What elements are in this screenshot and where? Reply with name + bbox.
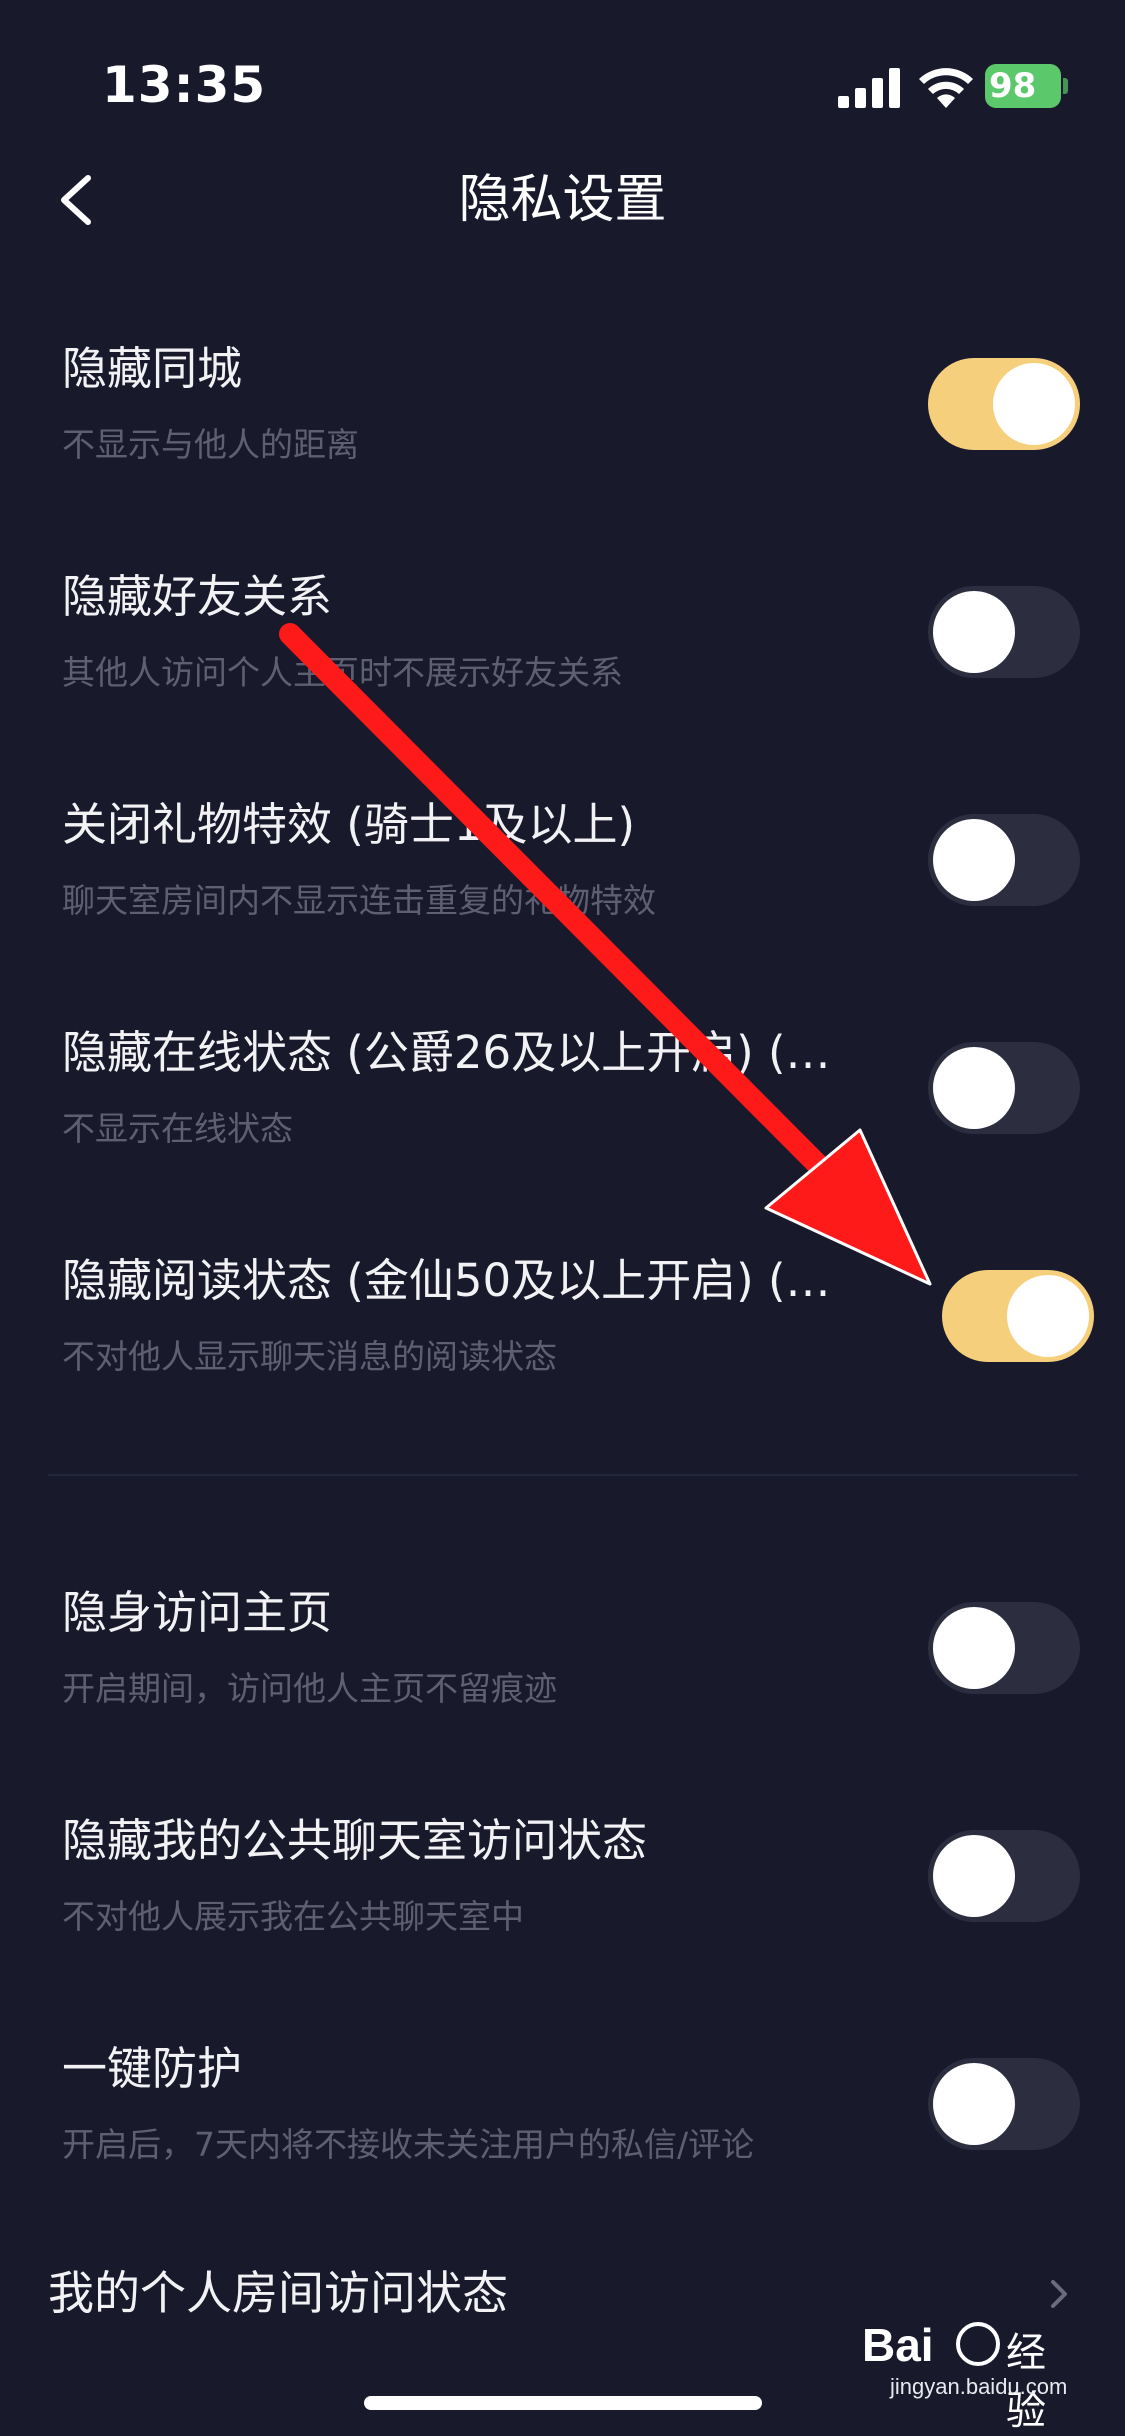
battery-level: 98 [989, 66, 1037, 106]
toggle-knob [933, 2063, 1015, 2145]
setting-title: 隐藏好友关系 [62, 570, 333, 623]
setting-row-read-status: 隐藏阅读状态 (金仙50及以上开启) (… 不对他人显示聊天消息的阅读状态 [0, 1248, 1125, 1448]
setting-row-gift-effects: 关闭礼物特效 (骑士1及以上) 聊天室房间内不显示连击重复的礼物特效 [0, 792, 1125, 992]
setting-title: 关闭礼物特效 (骑士1及以上) [62, 798, 636, 851]
setting-row-public-room-status: 隐藏我的公共聊天室访问状态 不对他人展示我在公共聊天室中 [0, 1808, 1125, 2008]
setting-subtitle: 不显示与他人的距离 [62, 425, 359, 464]
wifi-icon [919, 68, 973, 108]
page-title: 隐私设置 [458, 170, 667, 230]
setting-row-hide-friends: 隐藏好友关系 其他人访问个人主页时不展示好友关系 [0, 564, 1125, 764]
setting-subtitle: 开启后，7天内将不接收未关注用户的私信/评论 [62, 2125, 755, 2164]
baidu-paw-icon [956, 2322, 1000, 2366]
hide-city-toggle[interactable] [928, 358, 1080, 450]
toggle-knob [933, 1047, 1015, 1129]
toggle-knob [933, 591, 1015, 673]
setting-title: 一键防护 [62, 2042, 243, 2095]
one-key-protection-toggle[interactable] [928, 2058, 1080, 2150]
setting-title: 隐身访问主页 [62, 1586, 333, 1639]
watermark-url: jingyan.baidu.com [890, 2374, 1068, 2399]
toggle-knob [1007, 1275, 1089, 1357]
gift-effects-toggle[interactable] [928, 814, 1080, 906]
read-status-toggle[interactable] [942, 1270, 1094, 1362]
section-divider [48, 1474, 1078, 1476]
invisible-visit-toggle[interactable] [928, 1602, 1080, 1694]
link-row-label: 我的个人房间访问状态 [48, 2266, 508, 2320]
battery-icon: 98 [985, 64, 1068, 108]
status-bar: 13:35 98 [0, 0, 1125, 170]
setting-subtitle: 不显示在线状态 [62, 1109, 293, 1148]
setting-row-hide-city: 隐藏同城 不显示与他人的距离 [0, 336, 1125, 536]
online-status-toggle[interactable] [928, 1042, 1080, 1134]
setting-subtitle: 不对他人展示我在公共聊天室中 [62, 1897, 524, 1936]
toggle-knob [993, 363, 1075, 445]
watermark-brand: Bai [862, 2319, 934, 2371]
setting-subtitle: 其他人访问个人主页时不展示好友关系 [62, 653, 623, 692]
setting-subtitle: 聊天室房间内不显示连击重复的礼物特效 [62, 881, 656, 920]
home-indicator [364, 2396, 762, 2410]
setting-title: 隐藏同城 [62, 342, 243, 395]
baidu-jingyan-watermark: Bai 经验 jingyan.baidu.com [862, 2306, 1072, 2434]
setting-row-invisible-visit: 隐身访问主页 开启期间，访问他人主页不留痕迹 [0, 1580, 1125, 1780]
setting-title: 隐藏在线状态 (公爵26及以上开启) (… [62, 1026, 831, 1079]
setting-title: 隐藏我的公共聊天室访问状态 [62, 1814, 648, 1867]
setting-title: 隐藏阅读状态 (金仙50及以上开启) (… [62, 1254, 831, 1307]
setting-row-one-key-protection: 一键防护 开启后，7天内将不接收未关注用户的私信/评论 [0, 2036, 1125, 2236]
toggle-knob [933, 1607, 1015, 1689]
setting-row-online-status: 隐藏在线状态 (公爵26及以上开启) (… 不显示在线状态 [0, 1020, 1125, 1220]
toggle-knob [933, 819, 1015, 901]
hide-friends-toggle[interactable] [928, 586, 1080, 678]
status-time: 13:35 [102, 56, 267, 114]
setting-subtitle: 开启期间，访问他人主页不留痕迹 [62, 1669, 557, 1708]
public-room-status-toggle[interactable] [928, 1830, 1080, 1922]
cellular-signal-icon [838, 68, 900, 108]
toggle-knob [933, 1835, 1015, 1917]
setting-subtitle: 不对他人显示聊天消息的阅读状态 [62, 1337, 557, 1376]
battery-tip [1063, 78, 1068, 94]
